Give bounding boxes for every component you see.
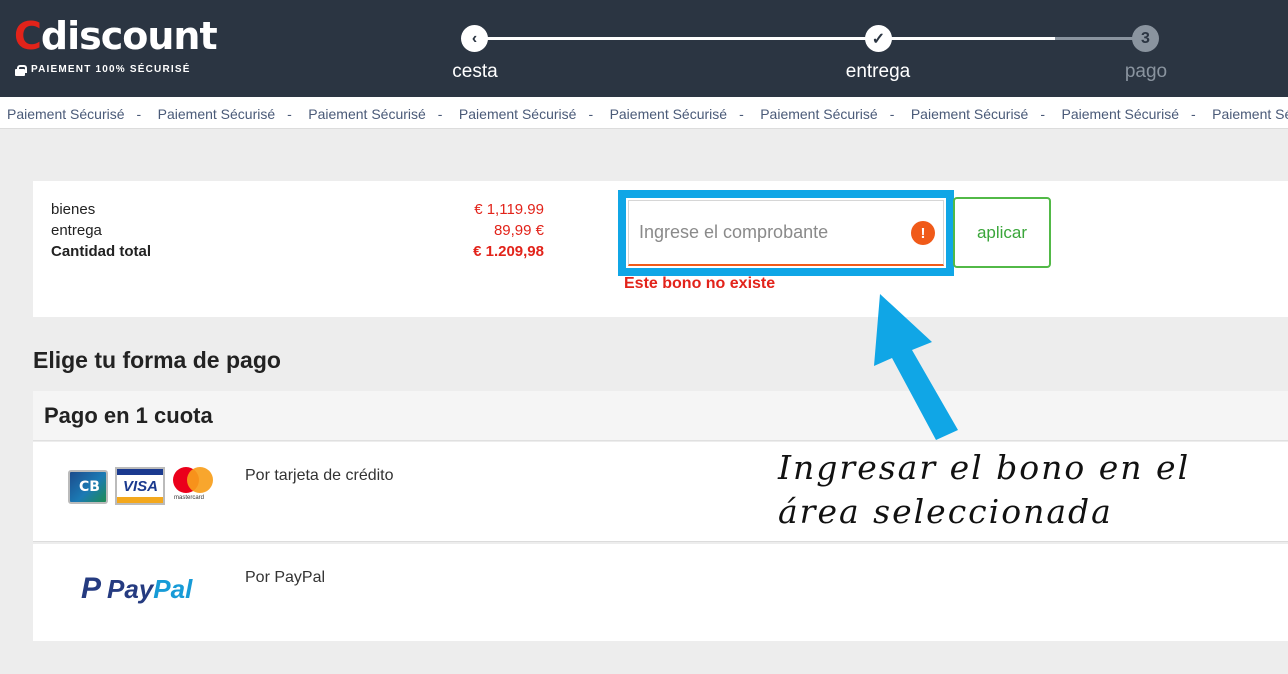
step-number-icon: 3 bbox=[1132, 25, 1159, 52]
step-pago-label: pago bbox=[1124, 61, 1168, 82]
payment-section-header: Pago en 1 cuota bbox=[33, 391, 1288, 441]
cdiscount-logo[interactable]: Cdiscount bbox=[14, 16, 218, 56]
strip-item: Paiement Sécurisé bbox=[760, 106, 878, 122]
goods-label: bienes bbox=[51, 201, 96, 218]
delivery-label: entrega bbox=[51, 222, 102, 239]
step-back-icon[interactable]: ‹ bbox=[461, 25, 488, 52]
card-payment-label[interactable]: Por tarjeta de crédito bbox=[245, 467, 394, 485]
strip-item: Paiement Sécurisé bbox=[910, 106, 1029, 122]
payment-section-title: Pago en 1 cuota bbox=[44, 403, 213, 428]
strip-item: Paiement Sécurisé bbox=[7, 106, 125, 122]
step-cesta-label[interactable]: cesta bbox=[415, 61, 535, 83]
voucher-error-message: Este bono no existe bbox=[624, 275, 776, 292]
step-entrega-label: entrega bbox=[845, 61, 911, 82]
total-value: € 1.209,98 bbox=[473, 243, 544, 260]
strip-item: Paiement Sécurisé bbox=[157, 106, 276, 122]
goods-value: € 1,119.99 bbox=[474, 201, 544, 218]
paypal-payment-label[interactable]: Por PayPal bbox=[245, 569, 325, 587]
header: Cdiscount PAIEMENT 100% SÉCURISÉ ‹ cesta… bbox=[0, 0, 1288, 97]
secure-payment-label: PAIEMENT 100% SÉCURISÉ bbox=[15, 64, 191, 76]
annotation-text: Ingresar el bono en el área seleccionada bbox=[778, 448, 1191, 531]
progress-line-done bbox=[475, 37, 1055, 40]
voucher-highlight-box: ! bbox=[618, 190, 954, 276]
lock-icon bbox=[15, 64, 27, 76]
total-label: Cantidad total bbox=[51, 243, 151, 260]
step-check-icon: ✓ bbox=[865, 25, 892, 52]
strip-item: Paiement Sécurisé bbox=[308, 106, 426, 122]
apply-voucher-button[interactable]: aplicar bbox=[953, 197, 1051, 268]
annotation-arrow-icon bbox=[874, 294, 958, 440]
mastercard-icon: mastercard bbox=[173, 467, 215, 505]
strip-item: Paiement Sécurisé bbox=[1212, 106, 1288, 122]
cb-card-icon bbox=[68, 470, 108, 504]
strip-item: Paiement Sécurisé bbox=[609, 106, 728, 122]
paypal-logo-icon: P Pay Pal bbox=[81, 572, 193, 605]
visa-card-icon: VISA bbox=[115, 467, 165, 505]
strip-item: Paiement Sécurisé bbox=[458, 106, 577, 122]
delivery-value: 89,99 € bbox=[493, 222, 544, 239]
payment-method-title: Elige tu forma de pago bbox=[33, 347, 281, 373]
strip-item: Paiement Sécurisé bbox=[1061, 106, 1179, 122]
warning-icon: ! bbox=[911, 221, 935, 245]
voucher-input[interactable] bbox=[628, 200, 944, 266]
secure-payment-strip: Paiement Sécurisé - Paiement Sécurisé - Pa… bbox=[0, 97, 1288, 129]
payment-option-paypal[interactable]: P Pay Pal Por PayPal bbox=[33, 544, 1288, 641]
